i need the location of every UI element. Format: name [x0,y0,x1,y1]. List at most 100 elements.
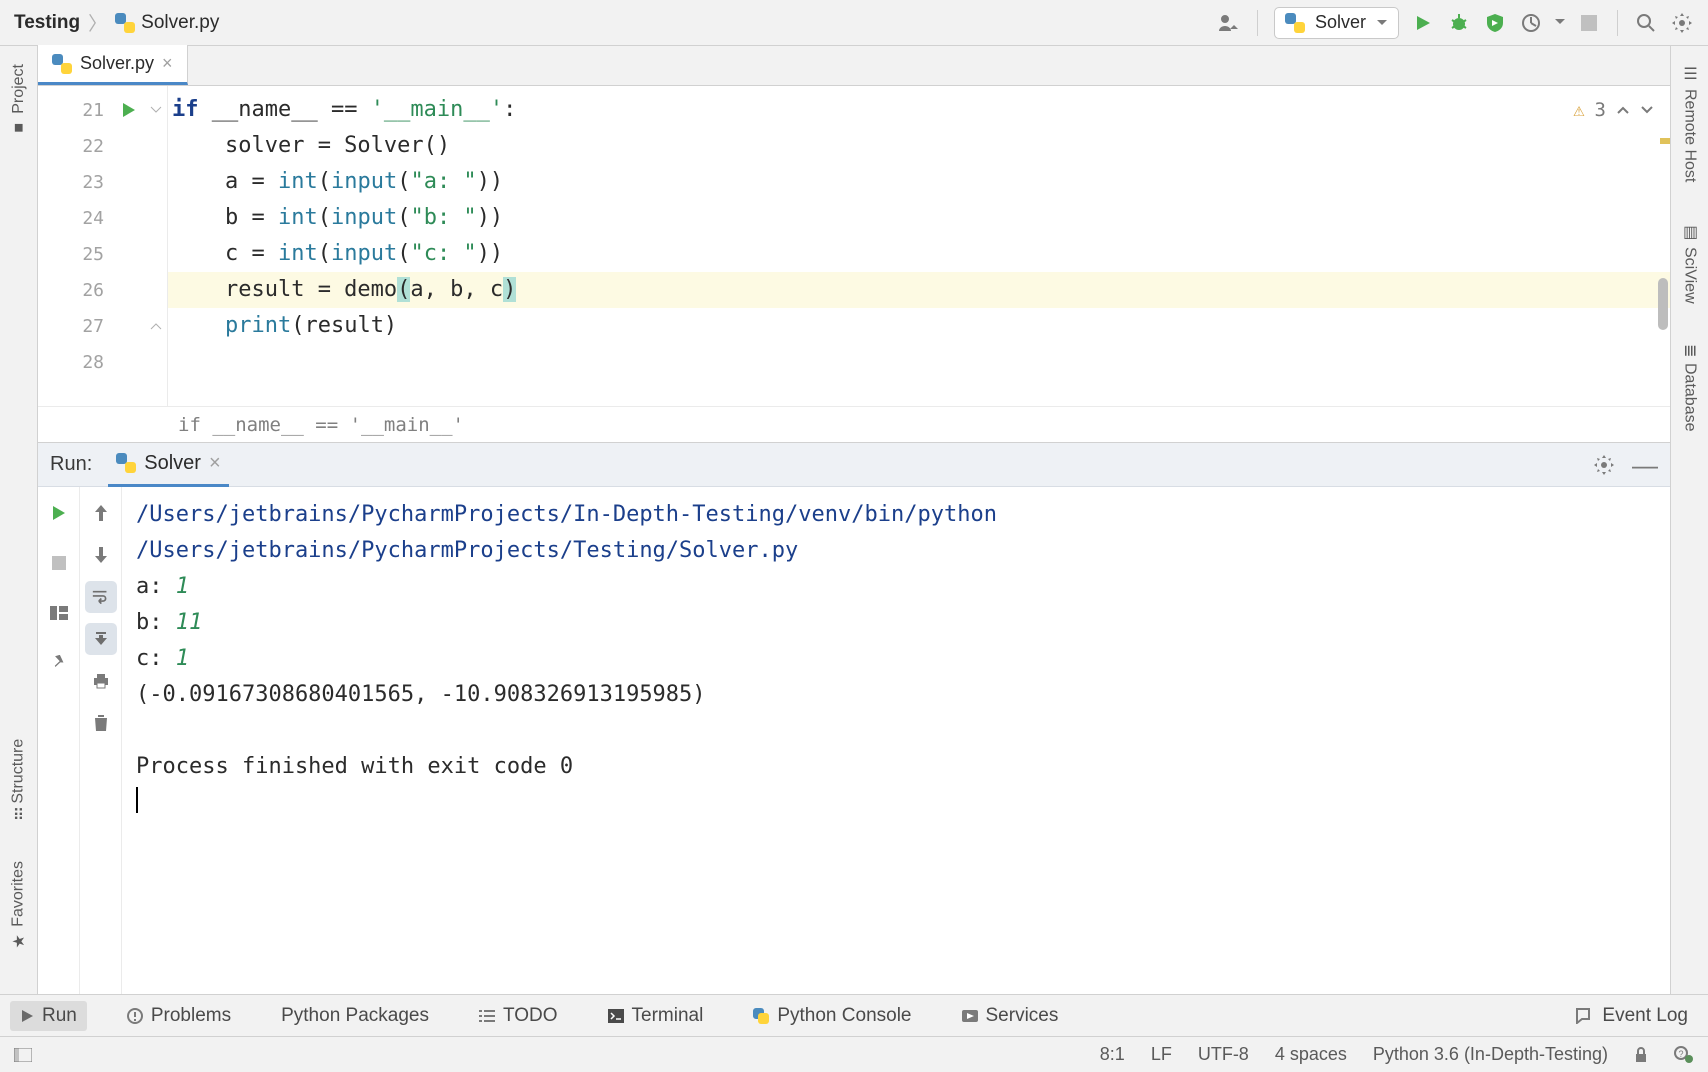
ide-updates-icon[interactable]: ? [1674,1046,1694,1064]
soft-wrap-button[interactable] [85,581,117,613]
stop-process-button[interactable] [43,547,75,579]
readonly-toggle[interactable] [1634,1047,1648,1063]
run-configuration-selector[interactable]: Solver [1274,7,1399,39]
python-file-icon [115,13,135,33]
sciview-label: SciView [1681,247,1699,304]
sciview-tool-tab[interactable]: ▥ SciView [1678,214,1701,312]
packages-label: Python Packages [281,1005,429,1027]
add-configuration-icon[interactable] [1217,11,1241,35]
fold-collapse-icon[interactable] [150,104,162,116]
project-tool-tab[interactable]: ■ Project [8,56,30,145]
run-settings-button[interactable] [1594,455,1614,475]
stop-button[interactable] [1577,11,1601,35]
right-tool-strip: ☰ Remote Host ▥ SciView ≣ Database [1670,46,1708,994]
layout-button[interactable] [43,597,75,629]
structure-label: Structure [10,739,28,804]
structure-icon: ⠿ [13,806,25,825]
run-tab[interactable]: Solver × [108,443,228,487]
navigation-bar: Testing 〉 Solver.py Solver [0,0,1708,46]
services-tool-button[interactable]: Services [952,1001,1069,1031]
line-number[interactable]: 22 [38,128,114,164]
close-run-tab[interactable]: × [209,452,221,475]
todo-tool-button[interactable]: TODO [469,1001,568,1031]
code-editor[interactable]: 21 22 23 24 25 26 27 28 ⚠ [38,86,1670,406]
console-line: b: 11 [136,605,1656,641]
chevron-down-icon[interactable] [1555,19,1565,26]
problems-tool-button[interactable]: Problems [117,1001,241,1031]
file-encoding[interactable]: UTF-8 [1198,1044,1249,1065]
up-stack-button[interactable] [85,497,117,529]
debug-button[interactable] [1447,11,1471,35]
run-button[interactable] [1411,11,1435,35]
scrollbar-thumb[interactable] [1658,278,1668,330]
python-console-tool-button[interactable]: Python Console [743,1001,921,1031]
settings-button[interactable] [1670,11,1694,35]
console-output[interactable]: /Users/jetbrains/PycharmProjects/In-Dept… [122,487,1670,994]
terminal-icon [608,1009,624,1023]
scroll-to-end-button[interactable] [85,623,117,655]
code-area[interactable]: ⚠ 3 if __name__ == '__main__': solver = … [168,86,1670,406]
run-with-coverage-button[interactable] [1483,11,1507,35]
run-tool-window: Run: Solver × — [38,442,1670,994]
python-interpreter[interactable]: Python 3.6 (In-Depth-Testing) [1373,1044,1608,1065]
services-label: Services [986,1005,1059,1027]
print-button[interactable] [85,665,117,697]
line-number[interactable]: 28 [38,344,114,380]
svg-text:?: ? [1678,1049,1683,1059]
favorites-tool-tab[interactable]: ★ Favorites [7,853,30,960]
hide-tool-window-button[interactable]: — [1632,459,1658,471]
console-line: a: 1 [136,569,1656,605]
run-label: Run [42,1005,77,1027]
line-number-gutter[interactable]: 21 22 23 24 25 26 27 28 [38,86,114,406]
folder-icon: ■ [10,119,27,137]
breadcrumb[interactable]: Testing 〉 Solver.py [14,9,219,36]
python-icon [1285,13,1305,33]
run-line-icon[interactable] [121,102,137,118]
line-number[interactable]: 23 [38,164,114,200]
python-packages-tool-button[interactable]: Python Packages [271,1001,439,1031]
line-number[interactable]: 21 [38,92,114,128]
scrollbar-marker[interactable] [1660,138,1670,144]
profile-button[interactable] [1519,11,1543,35]
code-breadcrumb-text: if __name__ == '__main__' [178,414,464,436]
event-log-tool-button[interactable]: Event Log [1566,1001,1698,1031]
clear-all-button[interactable] [85,707,117,739]
down-stack-button[interactable] [85,539,117,571]
editor-tab[interactable]: Solver.py × [38,45,188,85]
search-everywhere-button[interactable] [1634,11,1658,35]
line-separator[interactable]: LF [1151,1044,1172,1065]
inspection-widget[interactable]: ⚠ 3 [1573,92,1654,128]
prev-highlight-icon[interactable] [1616,105,1630,115]
console-line: c: 1 [136,641,1656,677]
structure-tool-tab[interactable]: ⠿ Structure [7,731,30,830]
run-title: Run: [50,453,92,476]
close-tab-button[interactable]: × [162,53,173,74]
run-config-label: Solver [1315,12,1366,33]
event-log-icon [1576,1008,1594,1024]
line-number[interactable]: 26 [38,272,114,308]
run-tool-button[interactable]: Run [10,1001,87,1031]
terminal-tool-button[interactable]: Terminal [598,1001,714,1031]
pin-tab-button[interactable] [43,647,75,679]
line-number[interactable]: 24 [38,200,114,236]
fold-end-icon[interactable] [150,320,162,332]
breadcrumb-file[interactable]: Solver.py [115,12,219,34]
next-highlight-icon[interactable] [1640,105,1654,115]
tool-windows-toggle[interactable] [14,1048,32,1062]
line-number[interactable]: 27 [38,308,114,344]
editor-tab-bar: Solver.py × [38,46,1670,86]
breadcrumb-root[interactable]: Testing [14,12,80,34]
line-number[interactable]: 25 [38,236,114,272]
rerun-button[interactable] [43,497,75,529]
remote-host-tool-tab[interactable]: ☰ Remote Host [1678,56,1701,190]
editor-scrollbar[interactable] [1656,86,1670,406]
caret-position[interactable]: 8:1 [1100,1044,1125,1065]
terminal-label: Terminal [632,1005,704,1027]
console-cursor [136,787,138,813]
indent-config[interactable]: 4 spaces [1275,1044,1347,1065]
favorites-label: Favorites [10,861,28,927]
code-breadcrumb[interactable]: if __name__ == '__main__' [38,406,1670,442]
remote-host-label: Remote Host [1681,89,1699,182]
console-line: Process finished with exit code 0 [136,749,1656,785]
database-tool-tab[interactable]: ≣ Database [1678,336,1701,440]
